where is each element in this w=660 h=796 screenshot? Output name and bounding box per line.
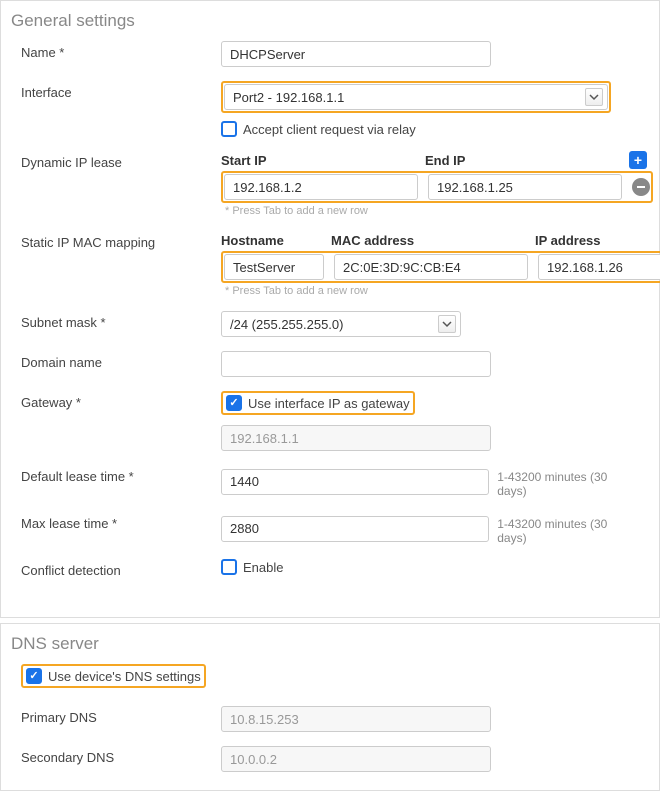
ip-header: IP address <box>535 233 660 248</box>
end-ip-input[interactable] <box>428 174 622 200</box>
gateway-input <box>221 425 491 451</box>
name-input[interactable] <box>221 41 491 67</box>
max-lease-label: Max lease time * <box>21 512 221 531</box>
subnet-label: Subnet mask * <box>21 311 221 330</box>
section-title: General settings <box>11 11 639 31</box>
lease-hint: 1-43200 minutes (30 days) <box>497 465 639 498</box>
max-lease-input[interactable] <box>221 516 489 542</box>
tab-hint: * Press Tab to add a new row <box>225 205 653 217</box>
domain-input[interactable] <box>221 351 491 377</box>
general-settings-section: General settings Name * Interface Port2 … <box>0 0 660 618</box>
start-ip-input[interactable] <box>224 174 418 200</box>
hostname-header: Hostname <box>221 233 321 248</box>
default-lease-label: Default lease time * <box>21 465 221 484</box>
primary-dns-label: Primary DNS <box>21 706 221 725</box>
default-lease-input[interactable] <box>221 469 489 495</box>
dynamic-lease-row <box>221 171 653 203</box>
domain-label: Domain name <box>21 351 221 370</box>
subnet-select[interactable]: /24 (255.255.255.0) <box>221 311 461 337</box>
subnet-value: /24 (255.255.255.0) <box>230 317 343 332</box>
use-device-dns-label: Use device's DNS settings <box>48 669 201 684</box>
add-row-button[interactable]: + <box>629 151 647 169</box>
lease-hint: 1-43200 minutes (30 days) <box>497 512 639 545</box>
accept-relay-checkbox[interactable] <box>221 121 237 137</box>
dns-server-section: DNS server Use device's DNS settings Pri… <box>0 623 660 791</box>
section-title: DNS server <box>11 634 639 654</box>
gateway-interface-checkbox[interactable] <box>226 395 242 411</box>
ip-input[interactable] <box>538 254 660 280</box>
conflict-enable-checkbox[interactable] <box>221 559 237 575</box>
static-mapping-row <box>221 251 660 283</box>
interface-label: Interface <box>21 81 221 100</box>
accept-relay-label: Accept client request via relay <box>243 122 416 137</box>
start-ip-header: Start IP <box>221 153 415 168</box>
tab-hint: * Press Tab to add a new row <box>225 285 660 297</box>
conflict-label: Conflict detection <box>21 559 221 578</box>
use-device-dns-checkbox[interactable] <box>26 668 42 684</box>
name-label: Name * <box>21 41 221 60</box>
enable-label: Enable <box>243 560 283 575</box>
mac-header: MAC address <box>331 233 525 248</box>
gateway-checkbox-label: Use interface IP as gateway <box>248 396 410 411</box>
dynamic-lease-label: Dynamic IP lease <box>21 151 221 170</box>
gateway-label: Gateway * <box>21 391 221 410</box>
primary-dns-input <box>221 706 491 732</box>
interface-select[interactable]: Port2 - 192.168.1.1 <box>224 84 608 110</box>
static-mapping-label: Static IP MAC mapping <box>21 231 221 250</box>
interface-value: Port2 - 192.168.1.1 <box>233 90 344 105</box>
end-ip-header: End IP <box>425 153 619 168</box>
chevron-down-icon <box>438 315 456 333</box>
secondary-dns-label: Secondary DNS <box>21 746 221 765</box>
mac-input[interactable] <box>334 254 528 280</box>
secondary-dns-input <box>221 746 491 772</box>
remove-row-button[interactable] <box>632 178 650 196</box>
hostname-input[interactable] <box>224 254 324 280</box>
chevron-down-icon <box>585 88 603 106</box>
